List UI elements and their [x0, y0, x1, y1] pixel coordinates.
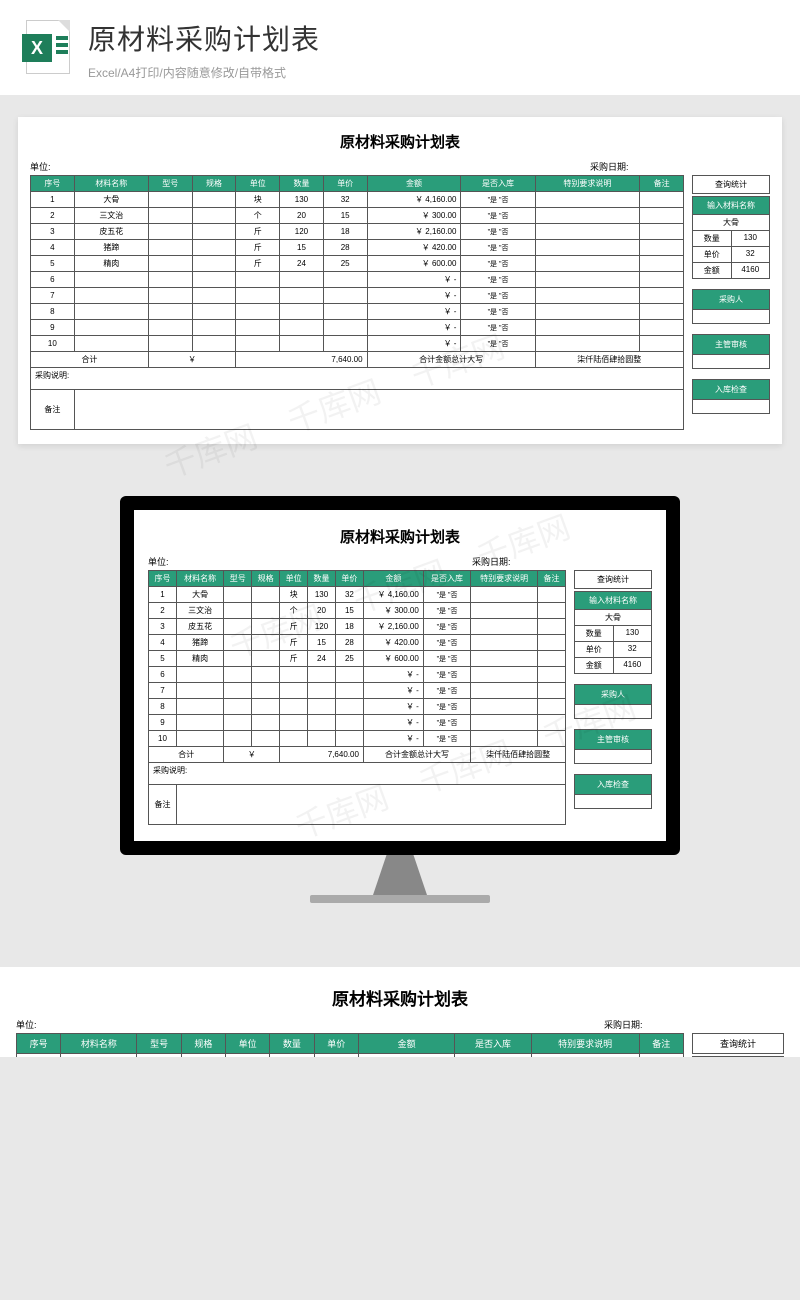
stat-title: 查询统计 [692, 175, 770, 194]
input-material-value: 大骨 [692, 215, 770, 231]
column-header: 单价 [323, 176, 367, 192]
column-header: 单位 [236, 176, 280, 192]
table-row: 7￥ -"是 "否 [31, 288, 684, 304]
column-header: 数量 [270, 1034, 314, 1054]
column-header: 单价 [314, 1034, 358, 1054]
input-material-label: 输入材料名称 [692, 196, 770, 215]
column-header: 是否入库 [423, 571, 470, 587]
side-panel: 查询统计 输入材料名称 大骨 数量130 单价32 金额4160 采购人 主管审… [692, 175, 770, 414]
table-row: 6￥ -"是 "否 [149, 667, 566, 683]
table-row: 2三文治个2015￥ 300.00"是 "否 [149, 603, 566, 619]
date-label: 采购日期: [590, 160, 770, 173]
column-header: 特别要求说明 [471, 571, 538, 587]
excel-file-icon: X [24, 18, 72, 76]
column-header: 金额 [367, 176, 461, 192]
main-table: 序号材料名称型号规格单位数量单价金额是否入库特别要求说明备注 1大骨块13032… [30, 175, 684, 430]
table-row: 2三文治个2015￥ 300.00"是 "否 [31, 208, 684, 224]
supervisor-button[interactable]: 主管审核 [692, 334, 770, 355]
table-row: 8￥ -"是 "否 [31, 304, 684, 320]
table-row: 4猪蹄斤1528￥ 420.00"是 "否 [31, 240, 684, 256]
header-row: 序号材料名称型号规格单位数量单价金额是否入库特别要求说明备注 [31, 176, 684, 192]
column-header: 序号 [31, 176, 75, 192]
column-header: 备注 [537, 571, 565, 587]
column-header: 备注 [639, 1034, 683, 1054]
page-title: 原材料采购计划表 [88, 18, 320, 58]
column-header: 规格 [181, 1034, 225, 1054]
note-row: 采购说明: [31, 368, 684, 390]
column-header: 序号 [17, 1034, 61, 1054]
table-row: 3皮五花斤12018￥ 2,160.00"是 "否 [31, 224, 684, 240]
page-subtitle: Excel/A4打印/内容随意修改/自带格式 [88, 64, 320, 81]
table-row: 9￥ -"是 "否 [31, 320, 684, 336]
remark-row: 备注 [31, 390, 684, 430]
column-header: 型号 [148, 176, 192, 192]
table-row: 8￥ -"是 "否 [149, 699, 566, 715]
table-row: 3皮五花斤12018￥ 2,160.00"是 "否 [149, 619, 566, 635]
spreadsheet-preview-card: 原材料采购计划表 单位: 采购日期: 序号材料名称型号规格单位数量单价金额是否入… [18, 117, 782, 444]
column-header: 备注 [640, 176, 684, 192]
column-header: 是否入库 [455, 1034, 531, 1054]
column-header: 单价 [335, 571, 363, 587]
table-row: 4猪蹄斤1528￥ 420.00"是 "否 [149, 635, 566, 651]
table-row: 1大骨块13032￥ 4,160.00"是 "否 [17, 1054, 684, 1058]
table-row: 7￥ -"是 "否 [149, 683, 566, 699]
table-row: 1大骨块13032￥ 4,160.00"是 "否 [31, 192, 684, 208]
table-row: 10￥ -"是 "否 [31, 336, 684, 352]
table-row: 9￥ -"是 "否 [149, 715, 566, 731]
column-header: 规格 [252, 571, 280, 587]
column-header: 单位 [226, 1034, 270, 1054]
column-header: 数量 [308, 571, 336, 587]
column-header: 金额 [363, 571, 423, 587]
column-header: 材料名称 [61, 1034, 137, 1054]
table-row: 1大骨块13032￥ 4,160.00"是 "否 [149, 587, 566, 603]
column-header: 规格 [192, 176, 236, 192]
column-header: 是否入库 [461, 176, 535, 192]
column-header: 单位 [280, 571, 308, 587]
table-row: 5精肉斤2425￥ 600.00"是 "否 [31, 256, 684, 272]
table-row: 10￥ -"是 "否 [149, 731, 566, 747]
column-header: 金额 [358, 1034, 455, 1054]
table-row: 5精肉斤2425￥ 600.00"是 "否 [149, 651, 566, 667]
column-header: 型号 [137, 1034, 181, 1054]
bottom-cropped-preview: 原材料采购计划表 单位: 采购日期: 序号材料名称型号规格单位数量单价金额是否入… [0, 967, 800, 1057]
column-header: 数量 [280, 176, 324, 192]
column-header: 材料名称 [176, 571, 223, 587]
column-header: 材料名称 [74, 176, 148, 192]
column-header: 特别要求说明 [531, 1034, 639, 1054]
column-header: 特别要求说明 [535, 176, 640, 192]
main-table: 序号材料名称型号规格单位数量单价金额是否入库特别要求说明备注 1大骨块13032… [148, 570, 566, 825]
unit-label: 单位: [30, 160, 590, 173]
purchaser-button[interactable]: 采购人 [692, 289, 770, 310]
hero-header: X 原材料采购计划表 Excel/A4打印/内容随意修改/自带格式 [0, 0, 800, 95]
sheet-title: 原材料采购计划表 [30, 131, 770, 152]
column-header: 型号 [224, 571, 252, 587]
column-header: 序号 [149, 571, 177, 587]
table-row: 6￥ -"是 "否 [31, 272, 684, 288]
inbound-check-button[interactable]: 入库检查 [692, 379, 770, 400]
total-row: 合计 ￥ 7,640.00 合计金额总计大写 柒仟陆佰肆拾圆整 [31, 352, 684, 368]
monitor-mockup: 原材料采购计划表 单位: 采购日期: 序号材料名称型号规格单位数量单价金额是否入… [0, 466, 800, 943]
